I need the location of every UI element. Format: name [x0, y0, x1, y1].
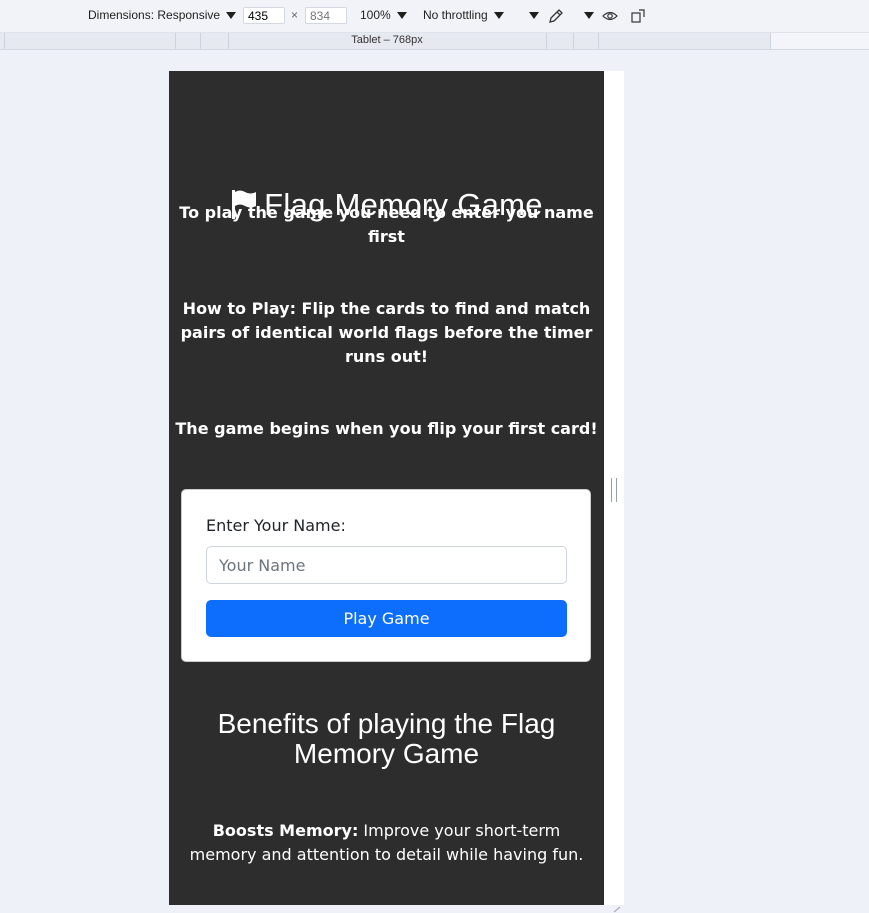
dimensions-dropdown[interactable]: Dimensions: Responsive	[88, 8, 237, 22]
chevron-down-icon	[493, 12, 504, 20]
ruler-divider	[175, 33, 177, 49]
zoom-label: 100%	[360, 8, 391, 22]
eyedropper-dropdown[interactable]	[578, 8, 594, 22]
media-query-bar: Tablet – 768px	[0, 33, 869, 50]
ruler-divider	[573, 33, 575, 49]
more-options-dropdown[interactable]	[523, 8, 539, 22]
name-input[interactable]	[206, 546, 567, 584]
media-query-tablet[interactable]: Tablet – 768px	[228, 33, 546, 49]
how-to-play-text: How to Play: Flip the cards to find and …	[180, 299, 593, 366]
intro-text: To play the game you need to enter you n…	[179, 203, 594, 246]
media-query-laptop[interactable]	[770, 33, 869, 49]
throttling-label: No throttling	[423, 8, 488, 22]
benefit-item: Boosts Memory: Improve your short-term m…	[189, 819, 584, 867]
rotate-device-icon[interactable]	[630, 8, 646, 24]
chevron-down-icon	[529, 12, 539, 20]
name-label: Enter Your Name:	[206, 516, 346, 535]
eye-icon[interactable]	[602, 8, 618, 24]
resize-handle[interactable]	[611, 478, 617, 502]
ruler-divider	[546, 33, 548, 49]
play-game-button[interactable]: Play Game	[206, 600, 567, 637]
chevron-down-icon	[584, 12, 594, 20]
eyedropper-icon[interactable]	[548, 8, 564, 24]
begin-text: The game begins when you flip your first…	[175, 419, 598, 438]
ruler-divider	[200, 33, 202, 49]
emulated-viewport: Flag Memory Game To play the game you ne…	[169, 71, 604, 905]
width-input[interactable]	[243, 7, 285, 24]
chevron-down-icon	[226, 12, 237, 20]
chevron-down-icon	[396, 12, 407, 20]
zoom-dropdown[interactable]: 100%	[360, 8, 407, 22]
devtools-device-toolbar: Dimensions: Responsive × 100% No throttl…	[0, 0, 869, 33]
times-separator: ×	[291, 8, 299, 22]
benefit-strong: Boosts Memory:	[212, 821, 359, 840]
height-input[interactable]	[305, 7, 347, 24]
media-query-label: Tablet – 768px	[351, 34, 423, 46]
corner-resize-icon[interactable]	[612, 905, 622, 913]
name-form-card: Enter Your Name: Play Game	[181, 489, 591, 662]
throttling-dropdown[interactable]: No throttling	[423, 8, 504, 22]
dimensions-label: Dimensions: Responsive	[88, 8, 221, 22]
ruler-divider	[598, 33, 600, 49]
ruler-divider	[4, 33, 6, 49]
benefits-heading: Benefits of playing the Flag Memory Game	[217, 708, 556, 769]
